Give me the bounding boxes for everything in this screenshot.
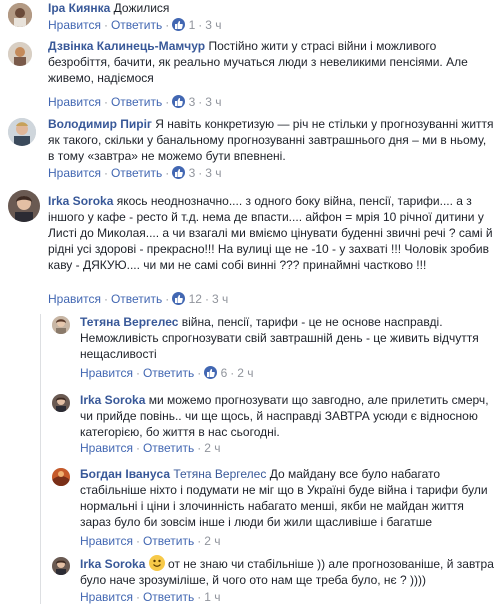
like-button[interactable]: Нравится bbox=[48, 18, 101, 32]
like-count[interactable]: 1 bbox=[189, 18, 196, 32]
timestamp[interactable]: 3 ч bbox=[205, 18, 221, 32]
like-button[interactable]: Нравится bbox=[48, 166, 101, 180]
like-count[interactable]: 3 bbox=[189, 95, 196, 109]
timestamp[interactable]: 3 ч bbox=[205, 166, 221, 180]
comment-body: Дзвінка Калинець-Мамчур Постійно жити у … bbox=[48, 38, 494, 86]
avatar[interactable] bbox=[8, 42, 32, 66]
reply-button[interactable]: Ответить bbox=[111, 166, 162, 180]
reply-button[interactable]: Ответить bbox=[143, 590, 194, 604]
avatar[interactable] bbox=[8, 118, 36, 146]
comment-author[interactable]: Irka Soroka bbox=[48, 194, 113, 208]
timestamp[interactable]: 2 ч bbox=[204, 441, 220, 455]
comment-text: якось неоднозначно.... з одного боку вій… bbox=[48, 194, 493, 272]
comment-author[interactable]: Irka Soroka bbox=[80, 393, 145, 407]
comment-author[interactable]: Володимир Пиріг bbox=[48, 117, 152, 131]
timestamp[interactable]: 1 ч bbox=[204, 590, 220, 604]
comment-actions: Нравится · Ответить · 2 ч bbox=[80, 534, 221, 548]
smiley-emoji-icon bbox=[148, 555, 165, 571]
comment-author[interactable]: Дзвінка Калинець-Мамчур bbox=[48, 39, 205, 53]
like-button[interactable]: Нравится bbox=[80, 590, 133, 604]
comment-author[interactable]: Богдан Іванyса bbox=[80, 467, 170, 481]
like-button[interactable]: Нравится bbox=[48, 95, 101, 109]
timestamp[interactable]: 2 ч bbox=[204, 534, 220, 548]
avatar[interactable] bbox=[8, 3, 32, 27]
comment-actions: Нравится · Ответить · 2 ч bbox=[80, 441, 221, 455]
like-button[interactable]: Нравится bbox=[80, 366, 133, 380]
comment-body: Irka Soroka якось неоднозначно.... з одн… bbox=[48, 193, 494, 273]
like-button[interactable]: Нравится bbox=[80, 441, 133, 455]
comment-actions: Нравится · Ответить · 1 · 3 ч bbox=[48, 18, 222, 32]
reply-button[interactable]: Ответить bbox=[143, 441, 194, 455]
like-count[interactable]: 6 bbox=[221, 366, 228, 380]
comment-actions: Нравится · Ответить · 3 · 3 ч bbox=[48, 166, 222, 180]
comment-body: Богдан Іванyса Тетяна Вергелес До майдан… bbox=[80, 466, 494, 530]
reply-button[interactable]: Ответить bbox=[143, 534, 194, 548]
like-button[interactable]: Нравится bbox=[48, 292, 101, 306]
comment-body: Іра Киянка Дожилися bbox=[48, 0, 494, 16]
like-icon bbox=[172, 292, 186, 305]
timestamp[interactable]: 2 ч bbox=[237, 366, 253, 380]
timestamp[interactable]: 3 ч bbox=[212, 292, 228, 306]
like-icon bbox=[172, 18, 186, 31]
comment-body: Irka Soroka ми можемо прогнозувати що за… bbox=[80, 392, 494, 440]
like-icon bbox=[204, 366, 218, 379]
comment-actions: Нравится · Ответить · 1 ч bbox=[80, 590, 221, 604]
reply-button[interactable]: Ответить bbox=[143, 366, 194, 380]
avatar[interactable] bbox=[52, 557, 70, 575]
reply-button[interactable]: Ответить bbox=[111, 292, 162, 306]
reply-thread-line bbox=[40, 314, 41, 604]
comment-actions: Нравится · Ответить · 6 · 2 ч bbox=[80, 366, 254, 380]
like-icon bbox=[172, 166, 186, 179]
timestamp[interactable]: 3 ч bbox=[205, 95, 221, 109]
comment-body: Тетяна Вергелес війна, пенсії, тарифи - … bbox=[80, 314, 494, 362]
comment-body: Irka Soroka от не знаю чи стабільніше ))… bbox=[80, 555, 494, 588]
comment-body: Володимир Пиріг Я навіть конкретизую — р… bbox=[48, 116, 494, 164]
comment-author[interactable]: Irka Soroka bbox=[80, 557, 145, 571]
reply-button[interactable]: Ответить bbox=[111, 18, 162, 32]
comment-author[interactable]: Іра Киянка bbox=[48, 1, 110, 15]
reply-button[interactable]: Ответить bbox=[111, 95, 162, 109]
like-count[interactable]: 12 bbox=[189, 292, 202, 306]
like-button[interactable]: Нравится bbox=[80, 534, 133, 548]
reply-to-mention[interactable]: Тетяна Вергелес bbox=[173, 467, 266, 481]
avatar[interactable] bbox=[52, 316, 70, 334]
like-icon bbox=[172, 95, 186, 108]
comment-text: Дожилися bbox=[113, 1, 170, 15]
like-count[interactable]: 3 bbox=[189, 166, 196, 180]
comment-actions: Нравится · Ответить · 3 · 3 ч bbox=[48, 95, 222, 109]
avatar[interactable] bbox=[52, 468, 70, 486]
comment-author[interactable]: Тетяна Вергелес bbox=[80, 315, 178, 329]
comment-actions: Нравится · Ответить · 12 · 3 ч bbox=[48, 292, 229, 306]
avatar[interactable] bbox=[52, 394, 70, 412]
avatar[interactable] bbox=[8, 190, 40, 222]
